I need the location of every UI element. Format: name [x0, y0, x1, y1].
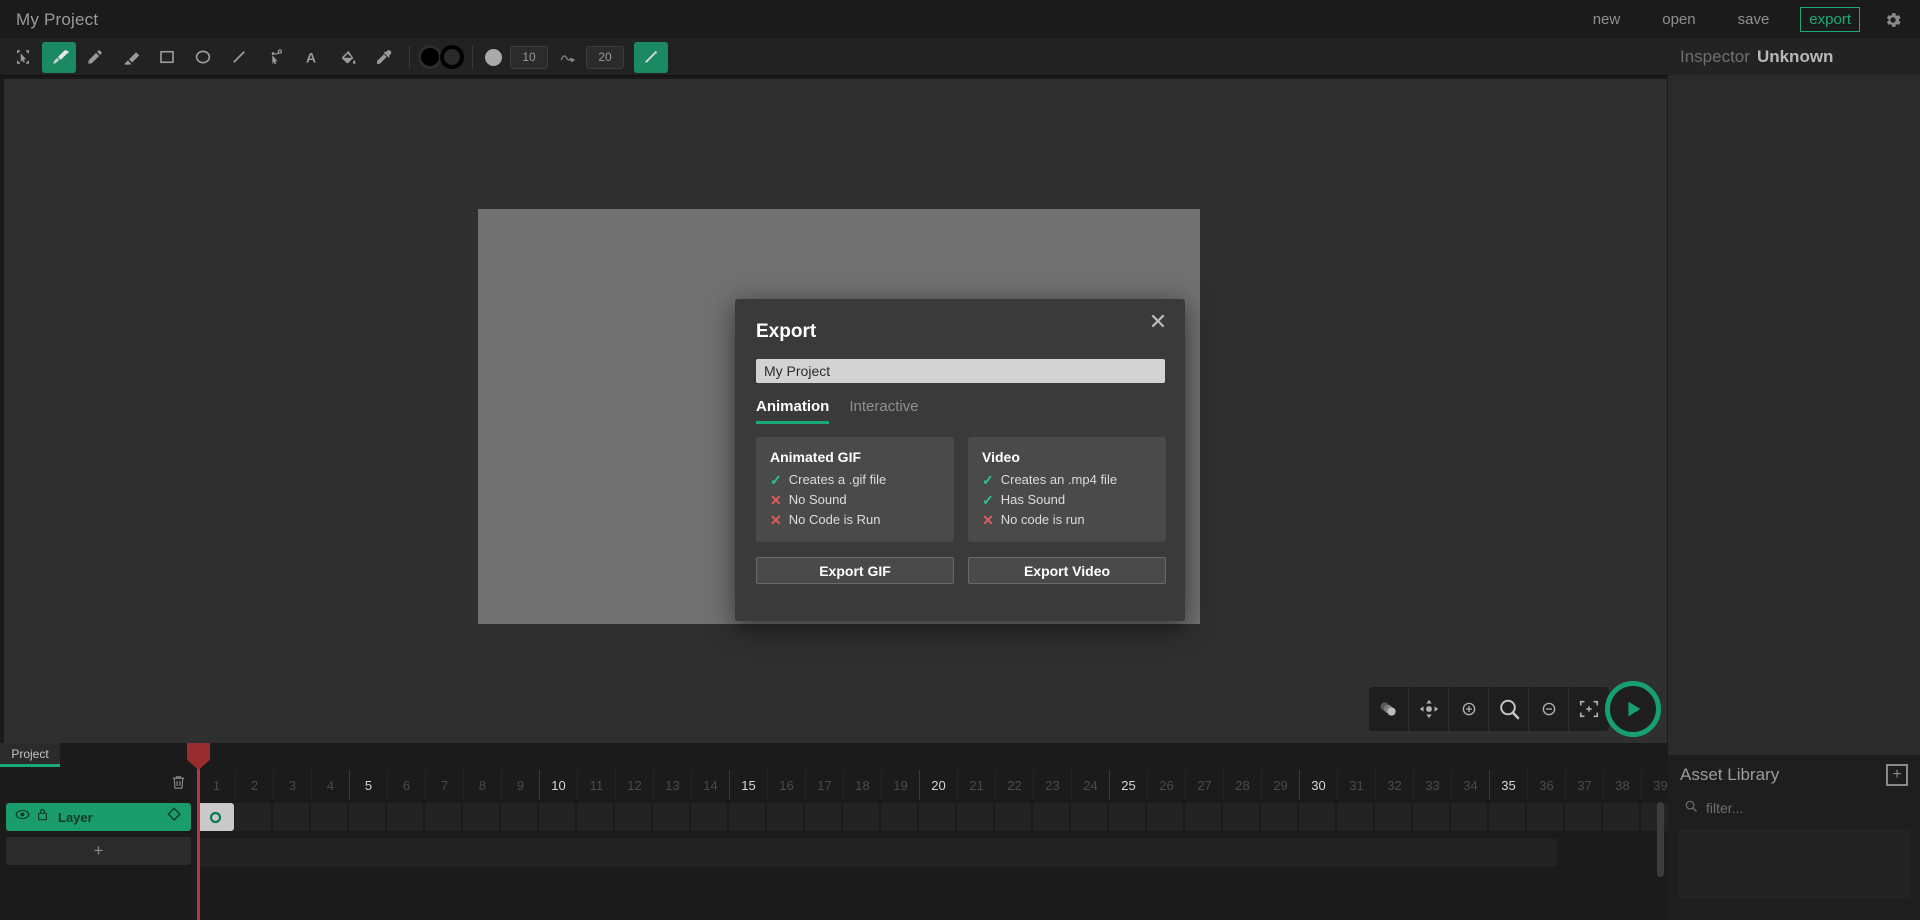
export-dialog: ✕ Export Animation Interactive Animated …	[735, 299, 1185, 621]
feature-item: ✓ Creates a .gif file	[770, 472, 940, 487]
card-animated-gif: Animated GIF ✓ Creates a .gif file ✕ No …	[756, 437, 954, 542]
feature-label: Creates an .mp4 file	[1000, 472, 1118, 487]
tab-interactive[interactable]: Interactive	[849, 398, 918, 424]
check-icon: ✓	[982, 491, 994, 508]
close-icon[interactable]: ✕	[1145, 309, 1171, 335]
export-name-input[interactable]	[756, 359, 1165, 383]
feature-item: ✕ No code is run	[982, 512, 1152, 527]
export-dialog-title: Export	[756, 321, 817, 342]
check-icon: ✓	[770, 471, 782, 488]
feature-label: No Sound	[788, 492, 847, 507]
cross-icon: ✕	[770, 511, 782, 528]
feature-label: Has Sound	[1000, 492, 1066, 507]
feature-item: ✓ Creates an .mp4 file	[982, 472, 1152, 487]
feature-label: No Code is Run	[788, 512, 881, 527]
feature-item: ✕ No Code is Run	[770, 512, 940, 527]
feature-item: ✓ Has Sound	[982, 492, 1152, 507]
card-video: Video ✓ Creates an .mp4 file ✓ Has Sound…	[968, 437, 1166, 542]
export-actions: Export GIF Export Video	[756, 557, 1166, 584]
feature-label: Creates a .gif file	[788, 472, 887, 487]
export-gif-button[interactable]: Export GIF	[756, 557, 954, 584]
check-icon: ✓	[982, 471, 994, 488]
card-title: Animated GIF	[770, 449, 862, 465]
feature-label: No code is run	[1000, 512, 1085, 527]
card-title: Video	[982, 449, 1020, 465]
feature-item: ✕ No Sound	[770, 492, 940, 507]
export-option-cards: Animated GIF ✓ Creates a .gif file ✕ No …	[756, 437, 1166, 542]
app-root: My Project new open save export A 10 20 …	[0, 0, 1920, 920]
tab-animation[interactable]: Animation	[756, 398, 830, 424]
modal-overlay: ✕ Export Animation Interactive Animated …	[0, 0, 1920, 920]
cross-icon: ✕	[770, 491, 782, 508]
export-video-button[interactable]: Export Video	[968, 557, 1166, 584]
cross-icon: ✕	[982, 511, 994, 528]
export-tabs: Animation Interactive	[756, 398, 919, 424]
